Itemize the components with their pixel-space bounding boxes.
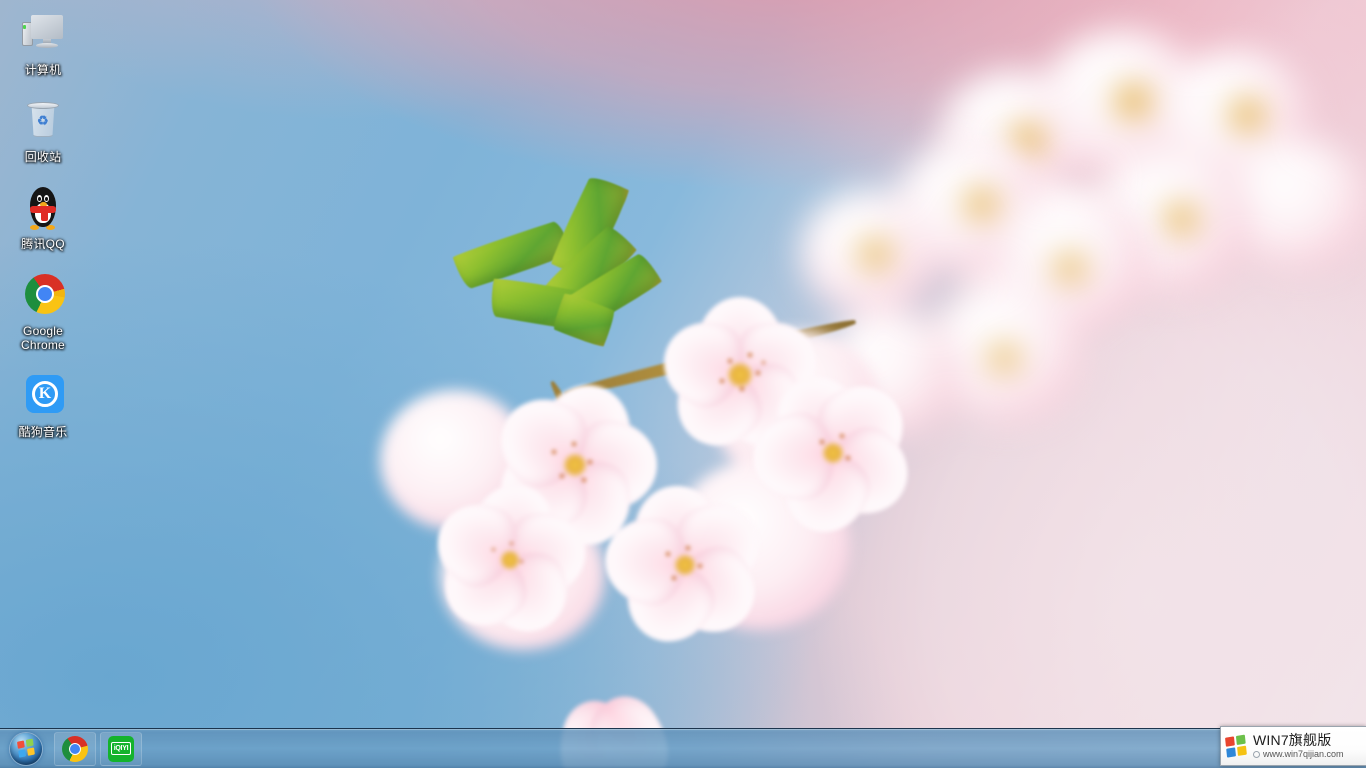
desktop-icon-grid: 计算机 ♻ 回收站 腾讯QQ Google Chrome K 酷狗音乐 [0,6,86,455]
computer-icon [19,10,67,58]
desktop-icon-label: 酷狗音乐 [18,425,68,439]
kugou-icon: K [19,372,67,420]
taskbar[interactable]: iQIYI ? [0,728,1366,768]
iqiyi-glyph: iQIYI [110,742,132,755]
watermark-popup[interactable]: WIN7旗舰版 www.win7qijian.com [1220,726,1366,766]
desktop[interactable]: 计算机 ♻ 回收站 腾讯QQ Google Chrome K 酷狗音乐 iQIY… [0,0,1366,768]
start-button[interactable] [2,732,50,766]
wallpaper-sharp-blossoms [370,250,924,768]
kugou-glyph: K [32,381,58,407]
chrome-icon [62,735,88,762]
qq-penguin-icon [19,184,67,232]
windows-logo-icon [1225,734,1249,758]
chrome-icon [19,271,67,319]
desktop-icon-kugou-music[interactable]: K 酷狗音乐 [5,368,81,441]
watermark-title: WIN7旗舰版 [1253,731,1332,748]
desktop-icon-label: 腾讯QQ [21,237,65,251]
desktop-icon-recycle-bin[interactable]: ♻ 回收站 [5,93,81,166]
taskbar-item-iqiyi[interactable]: iQIYI [100,731,142,766]
windows-flag-icon [16,738,35,758]
taskbar-item-chrome[interactable] [54,731,96,766]
desktop-icon-google-chrome[interactable]: Google Chrome [5,267,81,354]
watermark-text: WIN7旗舰版 www.win7qijian.com [1253,733,1344,759]
desktop-icon-label: Google Chrome [21,324,65,352]
globe-icon [1253,750,1260,758]
recycle-bin-icon: ♻ [19,97,67,145]
desktop-icon-label: 回收站 [24,150,62,164]
windows-start-orb-icon [10,732,42,765]
desktop-icon-label: 计算机 [24,63,62,77]
desktop-icon-computer[interactable]: 计算机 [5,6,81,79]
iqiyi-icon: iQIYI [108,735,134,762]
desktop-icon-tencent-qq[interactable]: 腾讯QQ [5,180,81,253]
watermark-url-row: www.win7qijian.com [1253,748,1344,759]
watermark-url: www.win7qijian.com [1263,748,1344,759]
